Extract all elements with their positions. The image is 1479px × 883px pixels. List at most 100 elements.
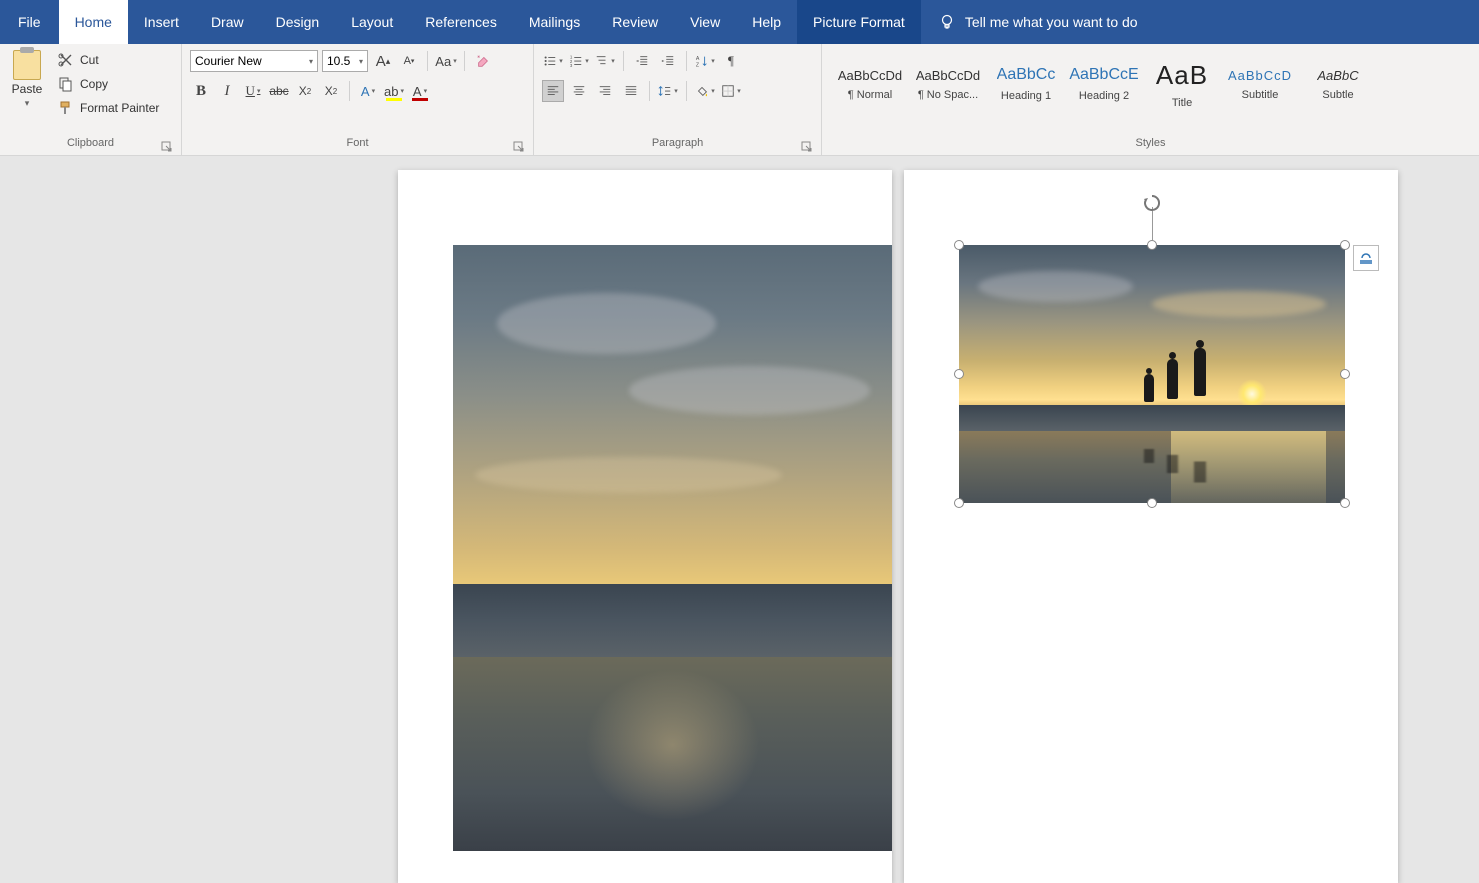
line-spacing-button[interactable]: [657, 80, 679, 102]
tab-home[interactable]: Home: [59, 0, 128, 44]
italic-button[interactable]: I: [216, 80, 238, 102]
style-heading2[interactable]: AaBbCcE Heading 2: [1066, 48, 1142, 120]
align-left-button[interactable]: [542, 80, 564, 102]
cut-button[interactable]: Cut: [54, 50, 163, 70]
indent-icon: [661, 54, 675, 68]
group-label-font: Font: [188, 137, 527, 155]
image-content: [453, 584, 892, 657]
resize-handle-br[interactable]: [1340, 498, 1350, 508]
underline-button[interactable]: U: [242, 80, 264, 102]
resize-handle-tl[interactable]: [954, 240, 964, 250]
style-name: Heading 1: [1001, 90, 1051, 102]
tab-help[interactable]: Help: [736, 0, 797, 44]
sort-button[interactable]: AZ: [694, 50, 716, 72]
clear-formatting-button[interactable]: [472, 50, 494, 72]
paintbrush-icon: [58, 100, 74, 116]
resize-handle-mr[interactable]: [1340, 369, 1350, 379]
increase-indent-button[interactable]: [657, 50, 679, 72]
page-1[interactable]: [398, 170, 892, 883]
style-sample: AaBbCcD: [1228, 68, 1292, 83]
tab-review[interactable]: Review: [596, 0, 674, 44]
style-sample: AaBbCcDd: [838, 68, 902, 83]
justify-button[interactable]: [620, 80, 642, 102]
superscript-button[interactable]: X2: [320, 80, 342, 102]
subscript-button[interactable]: X2: [294, 80, 316, 102]
align-right-button[interactable]: [594, 80, 616, 102]
sort-icon: AZ: [695, 54, 709, 68]
layout-options-button[interactable]: [1353, 245, 1379, 271]
font-name-combo[interactable]: Courier New ▾: [190, 50, 318, 72]
highlight-button[interactable]: ab: [383, 80, 405, 102]
font-size-combo[interactable]: 10.5 ▾: [322, 50, 368, 72]
image-content: [585, 669, 761, 821]
tab-view[interactable]: View: [674, 0, 736, 44]
chevron-down-icon[interactable]: ▾: [309, 57, 313, 66]
resize-handle-tr[interactable]: [1340, 240, 1350, 250]
tab-mailings[interactable]: Mailings: [513, 0, 596, 44]
multilevel-list-button[interactable]: [594, 50, 616, 72]
borders-button[interactable]: [720, 80, 742, 102]
paragraph-dialog-launcher[interactable]: [801, 141, 813, 153]
grow-font-button[interactable]: A▴: [372, 50, 394, 72]
style-heading1[interactable]: AaBbCc Heading 1: [988, 48, 1064, 120]
style-no-spacing[interactable]: AaBbCcDd ¶ No Spac...: [910, 48, 986, 120]
decrease-indent-button[interactable]: [631, 50, 653, 72]
tab-file[interactable]: File: [0, 0, 59, 44]
paste-button[interactable]: Paste ▾: [6, 46, 48, 109]
font-color-button[interactable]: A: [409, 80, 431, 102]
tab-picture-format[interactable]: Picture Format: [797, 0, 921, 44]
bullets-icon: [543, 54, 557, 68]
style-title[interactable]: AaB Title: [1144, 48, 1220, 120]
shading-button[interactable]: [694, 80, 716, 102]
style-subtle-emphasis[interactable]: AaBbC Subtle: [1300, 48, 1376, 120]
align-center-button[interactable]: [568, 80, 590, 102]
group-clipboard: Paste ▾ Cut Copy Format Painter Clipbo: [0, 44, 182, 155]
borders-icon: [721, 84, 735, 98]
ribbon: Paste ▾ Cut Copy Format Painter Clipbo: [0, 44, 1479, 156]
selected-image[interactable]: [959, 245, 1345, 503]
document-canvas[interactable]: [0, 156, 1479, 883]
copy-button[interactable]: Copy: [54, 74, 163, 94]
image-content: [1144, 374, 1154, 402]
resize-handle-tm[interactable]: [1147, 240, 1157, 250]
clipboard-dialog-launcher[interactable]: [161, 141, 173, 153]
tab-draw[interactable]: Draw: [195, 0, 260, 44]
svg-text:Z: Z: [696, 62, 700, 68]
style-subtitle[interactable]: AaBbCcD Subtitle: [1222, 48, 1298, 120]
show-marks-button[interactable]: ¶: [720, 50, 742, 72]
rotate-handle[interactable]: [1142, 193, 1162, 213]
chevron-down-icon[interactable]: ▾: [359, 57, 363, 66]
bold-button[interactable]: B: [190, 80, 212, 102]
paint-bucket-icon: [695, 84, 709, 98]
copy-icon: [58, 76, 74, 92]
format-painter-button[interactable]: Format Painter: [54, 98, 163, 118]
font-dialog-launcher[interactable]: [513, 141, 525, 153]
line-spacing-icon: [658, 84, 672, 98]
change-case-button[interactable]: Aa: [435, 50, 457, 72]
text-effects-button[interactable]: A: [357, 80, 379, 102]
align-left-icon: [546, 84, 560, 98]
page-2[interactable]: [904, 170, 1398, 883]
bullets-button[interactable]: [542, 50, 564, 72]
inserted-image-2[interactable]: [959, 245, 1345, 503]
rotate-icon: [1142, 193, 1162, 213]
copy-label: Copy: [80, 77, 108, 91]
tab-insert[interactable]: Insert: [128, 0, 195, 44]
styles-gallery[interactable]: AaBbCcDd ¶ Normal AaBbCcDd ¶ No Spac... …: [828, 46, 1380, 122]
chevron-down-icon[interactable]: ▾: [25, 98, 30, 109]
style-normal[interactable]: AaBbCcDd ¶ Normal: [832, 48, 908, 120]
tell-me-search[interactable]: Tell me what you want to do: [921, 0, 1156, 44]
tab-layout[interactable]: Layout: [335, 0, 409, 44]
tab-references[interactable]: References: [409, 0, 513, 44]
shrink-font-button[interactable]: A▾: [398, 50, 420, 72]
resize-handle-bl[interactable]: [954, 498, 964, 508]
numbering-button[interactable]: 123: [568, 50, 590, 72]
resize-handle-ml[interactable]: [954, 369, 964, 379]
group-label-paragraph: Paragraph: [540, 137, 815, 155]
group-paragraph: 123 AZ ¶ Paragraph: [534, 44, 822, 155]
strikethrough-button[interactable]: abc: [268, 80, 290, 102]
resize-handle-bm[interactable]: [1147, 498, 1157, 508]
inserted-image-1[interactable]: [453, 245, 892, 851]
style-name: Subtle: [1322, 89, 1353, 101]
tab-design[interactable]: Design: [260, 0, 336, 44]
